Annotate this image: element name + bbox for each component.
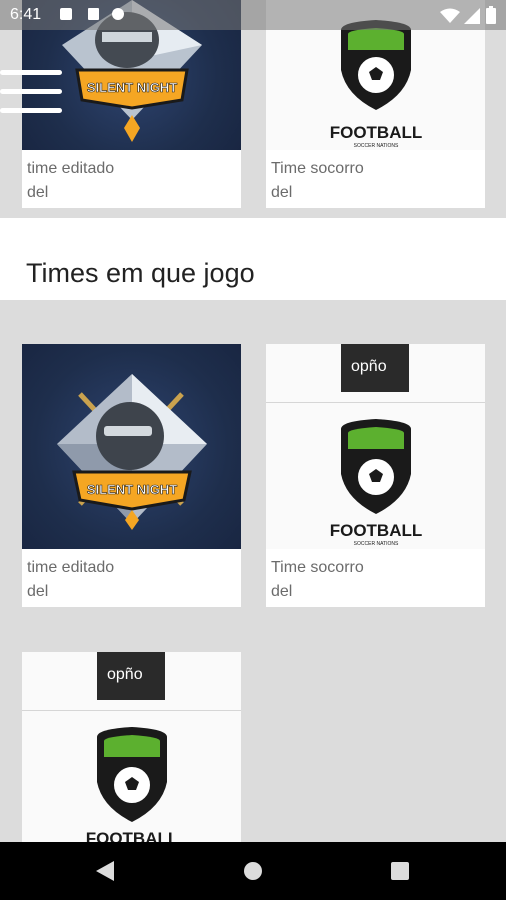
- team-name: Time socorro: [271, 559, 364, 576]
- football-logo: FOOTBALL SOCCER NATIONS: [330, 419, 423, 547]
- team-card[interactable]: SILENT NIGHT time editado del: [22, 344, 241, 607]
- divider: [266, 402, 485, 403]
- brand-banner: opño: [97, 652, 165, 700]
- vpn-icon: [112, 8, 124, 20]
- team-logo-image: SILENT NIGHT: [22, 344, 241, 549]
- status-bar: 6:41: [0, 0, 506, 30]
- signal-icon: [464, 8, 480, 24]
- team-card[interactable]: opño FOOTBALL: [22, 652, 241, 842]
- section-header: Times em que jogo: [0, 218, 506, 300]
- status-time: 6:41: [10, 6, 42, 23]
- silent-night-logo: SILENT NIGHT: [57, 374, 207, 530]
- svg-text:SOCCER NATIONS: SOCCER NATIONS: [354, 143, 399, 149]
- team-card[interactable]: opño FOOTBALL SOCCER NATIONS Time socorr…: [266, 344, 485, 607]
- football-logo: FOOTBALL: [86, 727, 179, 842]
- svg-text:FOOTBALL: FOOTBALL: [330, 123, 423, 142]
- brand-banner: opño: [341, 344, 409, 392]
- section-title: Times em que jogo: [26, 258, 255, 288]
- wifi-icon: [440, 8, 460, 23]
- team-card[interactable]: FOOTBALL SOCCER NATIONS Time socorro del: [266, 0, 485, 208]
- team-owner: del: [27, 184, 49, 201]
- menu-button[interactable]: [0, 66, 64, 118]
- svg-text:SILENT NIGHT: SILENT NIGHT: [87, 482, 177, 497]
- hamburger-icon: [0, 70, 62, 75]
- team-logo-image: opño FOOTBALL: [22, 652, 241, 842]
- svg-text:SOCCER NATIONS: SOCCER NATIONS: [354, 541, 399, 547]
- team-owner: del: [271, 184, 293, 201]
- divider: [22, 710, 241, 711]
- navigation-bar: [0, 842, 506, 900]
- svg-text:SILENT NIGHT: SILENT NIGHT: [87, 80, 177, 95]
- team-name: time editado: [27, 160, 115, 177]
- team-owner: del: [271, 583, 293, 600]
- svg-text:FOOTBALL: FOOTBALL: [86, 829, 179, 842]
- home-circle-icon[interactable]: [243, 861, 263, 881]
- team-name: time editado: [27, 559, 115, 576]
- team-owner: del: [27, 583, 49, 600]
- battery-icon: [486, 6, 496, 24]
- hamburger-line: [0, 89, 62, 94]
- notification-icon: [60, 8, 72, 20]
- back-triangle-icon[interactable]: [96, 861, 114, 881]
- team-logo-image: opño FOOTBALL SOCCER NATIONS: [266, 344, 485, 549]
- sd-card-icon: [88, 8, 99, 20]
- team-name: Time socorro: [271, 160, 364, 177]
- svg-text:FOOTBALL: FOOTBALL: [330, 521, 423, 540]
- hamburger-line: [0, 108, 62, 113]
- recents-square-icon[interactable]: [391, 862, 409, 880]
